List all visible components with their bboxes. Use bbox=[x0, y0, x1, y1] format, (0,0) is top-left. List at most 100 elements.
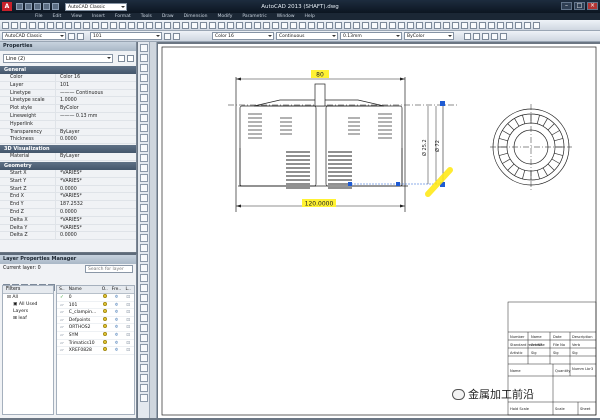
draw-tool-icon-22[interactable] bbox=[139, 264, 148, 272]
open-icon[interactable] bbox=[25, 3, 32, 10]
filter-all-used[interactable]: ▣ All Used Layers bbox=[3, 301, 53, 315]
make-current-icon[interactable] bbox=[164, 32, 171, 40]
section-geometry[interactable]: Geometry bbox=[0, 161, 136, 170]
toolbar-icon-10[interactable] bbox=[92, 21, 99, 29]
minimize-button[interactable]: – bbox=[561, 2, 572, 10]
property-value[interactable]: 0.0000 bbox=[56, 186, 77, 193]
save-icon[interactable] bbox=[34, 3, 41, 10]
layer-previous-icon[interactable] bbox=[173, 32, 180, 40]
draw-tool-icon-17[interactable] bbox=[139, 214, 148, 222]
property-row[interactable]: Hyperlink bbox=[0, 120, 136, 129]
layer-on-icon[interactable] bbox=[99, 309, 111, 316]
drawing-canvas[interactable]: 80 120.0000 Ø 25.2 Ø 72 Number Name Date… bbox=[158, 44, 600, 418]
toolbar-icon-d[interactable] bbox=[491, 32, 498, 40]
toolbar-icon-a[interactable] bbox=[464, 32, 471, 40]
layer-freeze-icon[interactable]: ✲ bbox=[111, 347, 123, 354]
property-value[interactable]: 0.0000 bbox=[56, 209, 77, 216]
maximize-button[interactable]: □ bbox=[574, 2, 585, 10]
property-value[interactable]: 101 bbox=[56, 82, 69, 89]
toolbar-icon-11[interactable] bbox=[101, 21, 108, 29]
toolbar-icon-25[interactable] bbox=[227, 21, 234, 29]
draw-tool-icon-2[interactable] bbox=[139, 64, 148, 72]
toolbar-icon-27[interactable] bbox=[245, 21, 252, 29]
draw-tool-icon-8[interactable] bbox=[139, 124, 148, 132]
draw-tool-icon-25[interactable] bbox=[139, 294, 148, 302]
draw-tool-icon-15[interactable] bbox=[139, 194, 148, 202]
layer-lock-icon[interactable]: ⊡ bbox=[122, 324, 134, 331]
menu-window[interactable]: Window bbox=[277, 13, 295, 20]
plotstyle-combo[interactable]: ByColor bbox=[404, 32, 454, 40]
selection-combo[interactable]: Line (2) bbox=[3, 54, 113, 63]
toolbar-icon-50[interactable] bbox=[452, 21, 459, 29]
toolbar-icon-40[interactable] bbox=[362, 21, 369, 29]
filter-all[interactable]: ⊟ All bbox=[3, 294, 53, 301]
layer-search-input[interactable]: Search for layer bbox=[85, 265, 133, 273]
toolbar-icon-58[interactable] bbox=[524, 21, 531, 29]
layer-row[interactable]: ▱ ORTHOS2 ✲ ⊡ bbox=[57, 324, 134, 332]
layer-freeze-icon[interactable]: ✲ bbox=[111, 324, 123, 331]
drawing-area[interactable]: 80 120.0000 Ø 25.2 Ø 72 Number Name Date… bbox=[158, 44, 600, 418]
toolbar-icon-20[interactable] bbox=[182, 21, 189, 29]
property-value[interactable]: *VARIES* bbox=[56, 193, 82, 200]
layer-lock-icon[interactable]: ⊡ bbox=[122, 302, 134, 309]
menu-edit[interactable]: Edit bbox=[53, 13, 62, 20]
section-general[interactable]: General bbox=[0, 66, 136, 74]
toolbar-icon-15[interactable] bbox=[137, 21, 144, 29]
toolbar-icon-29[interactable] bbox=[263, 21, 270, 29]
property-value[interactable]: ——— 0.13 mm bbox=[56, 113, 97, 120]
quick-select-icon[interactable] bbox=[118, 54, 125, 62]
toolbar-icon-49[interactable] bbox=[443, 21, 450, 29]
draw-tool-icon-1[interactable] bbox=[139, 54, 148, 62]
layer-name[interactable]: 101 bbox=[67, 302, 99, 309]
property-value[interactable]: *VARIES* bbox=[56, 225, 82, 232]
layer-name[interactable]: Defpoints bbox=[67, 317, 99, 324]
toolbar-icon-53[interactable] bbox=[479, 21, 486, 29]
property-row[interactable]: Transparency ByLayer bbox=[0, 128, 136, 137]
toolbar-icon-c[interactable] bbox=[482, 32, 489, 40]
layer-name[interactable]: 0 bbox=[67, 294, 99, 301]
menu-file[interactable]: File bbox=[35, 13, 43, 20]
layer-freeze-icon[interactable]: ✲ bbox=[111, 309, 123, 316]
layer-lock-icon[interactable]: ⊡ bbox=[122, 294, 134, 301]
layer-on-icon[interactable] bbox=[99, 347, 111, 354]
toolbar-icon-35[interactable] bbox=[317, 21, 324, 29]
draw-tool-icon-18[interactable] bbox=[139, 224, 148, 232]
draw-tool-icon-12[interactable] bbox=[139, 164, 148, 172]
menu-view[interactable]: View bbox=[71, 13, 82, 20]
toolbar-icon-47[interactable] bbox=[425, 21, 432, 29]
toolbar-icon-24[interactable] bbox=[218, 21, 225, 29]
layer-on-icon[interactable] bbox=[99, 294, 111, 301]
property-row[interactable]: Material ByLayer bbox=[0, 153, 136, 161]
toolbar-icon-28[interactable] bbox=[254, 21, 261, 29]
layer-lock-icon[interactable]: ⊡ bbox=[122, 317, 134, 324]
draw-tool-icon-19[interactable] bbox=[139, 234, 148, 242]
menu-modify[interactable]: Modify bbox=[218, 13, 233, 20]
menu-draw[interactable]: Draw bbox=[162, 13, 174, 20]
layer-row[interactable]: ▱ SYM ✲ ⊡ bbox=[57, 331, 134, 340]
layer-row[interactable]: ✓ 0 ✲ ⊡ bbox=[57, 294, 134, 302]
property-row[interactable]: Linetype scale 1.0000 bbox=[0, 97, 136, 106]
toolbar-icon-21[interactable] bbox=[191, 21, 198, 29]
layer-row[interactable]: ▱ 101 ✲ ⊡ bbox=[57, 301, 134, 310]
toolbar-icon-4[interactable] bbox=[38, 21, 45, 29]
layer-name[interactable]: XREF0828 bbox=[67, 347, 99, 354]
workspace-switcher[interactable]: AutoCAD Classic bbox=[65, 2, 127, 11]
toolbar-icon-44[interactable] bbox=[398, 21, 405, 29]
menu-help[interactable]: Help bbox=[305, 13, 315, 20]
toolbar-icon-b[interactable] bbox=[473, 32, 480, 40]
toolbar-icon-36[interactable] bbox=[326, 21, 333, 29]
property-row[interactable]: Delta X *VARIES* bbox=[0, 216, 136, 225]
layer-combo[interactable]: 101 bbox=[90, 32, 162, 40]
layer-lock-icon[interactable]: ⊡ bbox=[122, 309, 134, 316]
layer-lock-icon[interactable]: ⊡ bbox=[122, 332, 134, 339]
toolbar-icon-16[interactable] bbox=[146, 21, 153, 29]
toolbar-icon-59[interactable] bbox=[533, 21, 540, 29]
app-logo-icon[interactable]: A bbox=[2, 2, 12, 11]
property-value[interactable]: ByLayer bbox=[56, 129, 80, 136]
property-row[interactable]: End X *VARIES* bbox=[0, 193, 136, 202]
linetype-combo[interactable]: Continuous bbox=[276, 32, 338, 40]
property-value[interactable]: 187.2532 bbox=[56, 201, 83, 208]
toolbar-icon-7[interactable] bbox=[65, 21, 72, 29]
layer-on-icon[interactable] bbox=[99, 316, 111, 324]
toolbar-icon-30[interactable] bbox=[272, 21, 279, 29]
